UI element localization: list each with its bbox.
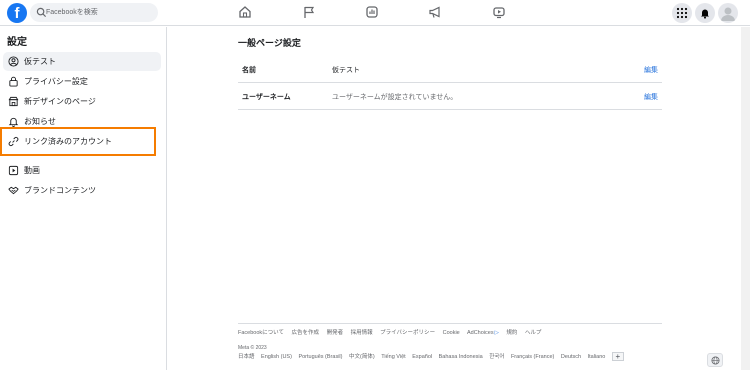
more-languages-button[interactable]: + [611,352,624,362]
megaphone-icon[interactable] [428,5,442,19]
search-box[interactable] [30,3,158,22]
language-link[interactable]: Français (France) [511,354,554,360]
row-value: ユーザーネームが設定されていません。 [332,94,458,101]
sidebar-item-label: 新デザインのページ [24,97,96,106]
avatar-placeholder-icon [721,7,735,21]
language-link[interactable]: Deutsch [561,354,581,360]
language-link[interactable]: Português (Brasil) [298,354,342,360]
video-icon[interactable] [492,5,506,19]
row-key: ユーザーネーム [242,94,291,101]
sidebar-item-label: プライバシー設定 [24,77,88,86]
scrollbar[interactable] [741,27,750,370]
top-navigation-bar: f [0,0,750,26]
footer-link[interactable]: 開発者 [327,330,344,336]
sidebar-item-video[interactable]: 動画 [3,161,161,180]
sidebar-item-new-pages[interactable]: 新デザインのページ [3,92,161,111]
language-link[interactable]: 日本語 [238,354,255,360]
video-icon [8,165,19,176]
sidebar-item-label: お知らせ [24,117,56,126]
sidebar-item-privacy[interactable]: プライバシー設定 [3,72,161,91]
news-feed-icon[interactable] [365,5,379,19]
footer-link[interactable]: 採用情報 [351,330,373,336]
highlight-annotation-box [0,127,156,156]
profile-icon [8,56,19,67]
language-globe-button[interactable] [707,353,723,367]
adchoices-icon: ▷ [494,330,499,336]
home-icon[interactable] [238,5,252,19]
language-link[interactable]: English (US) [261,354,292,360]
language-link[interactable]: 한국어 [489,354,504,360]
lock-icon [9,76,18,87]
flag-icon[interactable] [302,5,316,19]
footer-link[interactable]: ヘルプ [525,330,542,336]
sidebar-item-label: ブランドコンテンツ [24,186,96,195]
language-link[interactable]: 中文(简体) [349,354,375,360]
footer-link[interactable]: Facebookについて [238,330,284,336]
search-input[interactable] [46,4,154,21]
sidebar-title: 設定 [7,37,27,48]
settings-row-username: ユーザーネーム ユーザーネームが設定されていません。 編集 [238,83,662,110]
footer-link[interactable]: 規約 [506,330,517,336]
sidebar-item-profile[interactable]: 仮テスト [3,52,161,71]
footer-link[interactable]: Cookie [443,330,460,336]
notification-bell-icon [701,9,709,19]
settings-sidebar: 設定 仮テスト プライバシー設定 新デザインのページ お知らせ リンク済みのアカ… [0,27,167,370]
footer-link[interactable]: 広告を作成 [292,330,320,336]
globe-icon [711,356,720,365]
footer-link-adchoices[interactable]: AdChoices▷ [467,330,499,336]
copyright: Meta © 2023 [238,345,267,351]
menu-grid-button[interactable] [672,3,692,23]
facebook-logo[interactable]: f [7,3,27,23]
page-title: 一般ページ設定 [238,38,301,48]
general-settings-panel: 一般ページ設定 名前 仮テスト 編集 ユーザーネーム ユーザーネームが設定されて… [168,27,750,370]
sidebar-item-branded-content[interactable]: ブランドコンテンツ [3,181,161,200]
row-value: 仮テスト [332,67,360,74]
sidebar-item-label: 仮テスト [24,57,56,66]
notifications-button[interactable] [695,3,715,23]
language-link[interactable]: Bahasa Indonesia [439,354,483,360]
pages-icon [8,96,19,107]
settings-row-name: 名前 仮テスト 編集 [238,56,662,83]
sidebar-item-label: 動画 [24,166,40,175]
row-key: 名前 [242,67,256,74]
footer-link[interactable]: プライバシーポリシー [380,330,435,336]
handshake-icon [8,186,19,195]
edit-username-link[interactable]: 編集 [644,92,658,102]
account-avatar[interactable] [718,3,738,23]
language-list: 日本語 English (US) Português (Brasil) 中文(简… [238,352,629,362]
edit-name-link[interactable]: 編集 [644,65,658,75]
language-link[interactable]: Español [412,354,432,360]
bell-icon [8,117,19,127]
menu-grid-icon [676,7,688,19]
footer-links: Facebookについて 広告を作成 開発者 採用情報 プライバシーポリシー C… [238,328,547,336]
language-link[interactable]: Tiếng Việt [381,354,405,360]
language-link[interactable]: Italiano [588,354,606,360]
footer: Facebookについて 広告を作成 開発者 採用情報 プライバシーポリシー C… [238,323,662,362]
